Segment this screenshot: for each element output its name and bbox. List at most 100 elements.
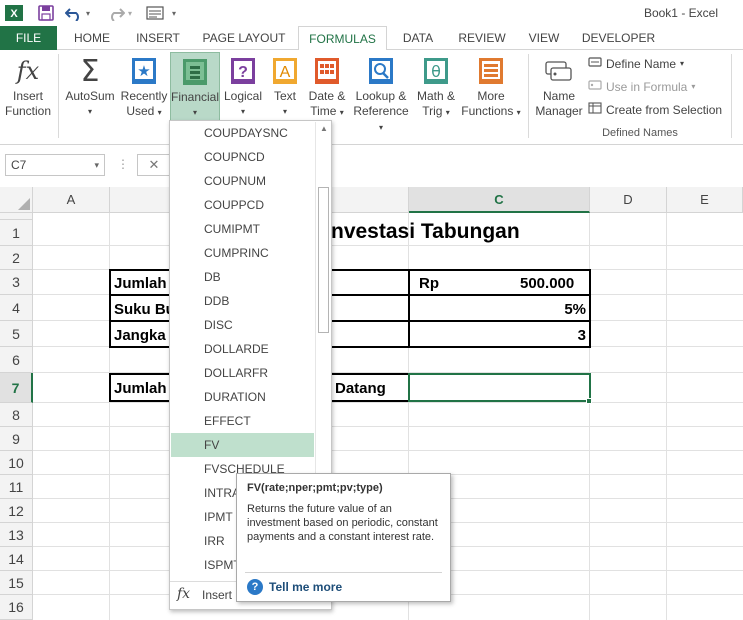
row-header-15[interactable]: 15	[0, 571, 33, 595]
row-header-14[interactable]: 14	[0, 547, 33, 571]
recently-used-button[interactable]: ★ Recently Used ▾	[118, 52, 170, 126]
column-header-a[interactable]: A	[33, 187, 110, 213]
tab-data[interactable]: DATA	[392, 26, 444, 50]
cell-b4-text: Suku Bu	[114, 301, 175, 318]
formula-bar-grip-icon: ⋮	[117, 157, 129, 171]
fill-handle[interactable]	[586, 398, 592, 404]
tab-view[interactable]: VIEW	[520, 26, 568, 50]
cell-c4-value: 5%	[564, 301, 586, 318]
autosum-label: AutoSum	[65, 89, 115, 103]
gridline	[33, 426, 743, 427]
calendar-book-icon	[312, 56, 342, 86]
menu-item-ddb[interactable]: DDB	[171, 289, 314, 313]
logical-button[interactable]: ? Logical ▾	[222, 52, 264, 126]
name-box-dropdown-icon[interactable]: ▾	[94, 155, 99, 175]
lookup-reference-button[interactable]: Lookup & Reference ▾	[350, 52, 412, 132]
cell-c3-currency: Rp	[419, 275, 439, 292]
cell-c3-value: 500.000	[520, 275, 575, 292]
row-header-3[interactable]: 3	[0, 270, 33, 295]
tab-developer[interactable]: DEVELOPER	[576, 26, 661, 50]
autosum-button[interactable]: Σ AutoSum ▾	[62, 52, 118, 126]
tooltip-title: FV(rate;nper;pmt;pv;type)	[247, 482, 383, 494]
sheet-title: nvestasi Tabungan	[331, 220, 520, 243]
menu-insert-function-label: Insert	[202, 588, 233, 602]
row-header-13[interactable]: 13	[0, 523, 33, 547]
menu-item-coupdaysnc[interactable]: COUPDAYSNC	[171, 121, 314, 145]
create-from-selection-icon	[588, 100, 602, 120]
scroll-up-icon[interactable]: ▲	[320, 124, 328, 133]
tell-me-more-link[interactable]: ? Tell me more	[247, 579, 342, 595]
cancel-entry-button[interactable]: ✕	[137, 154, 170, 176]
menu-item-coupnum[interactable]: COUPNUM	[171, 169, 314, 193]
tab-insert[interactable]: INSERT	[127, 26, 189, 50]
lookup-label-1: Lookup &	[355, 89, 407, 103]
menu-item-fv[interactable]: FV	[171, 433, 314, 457]
menu-item-couppcd[interactable]: COUPPCD	[171, 193, 314, 217]
define-name-button[interactable]: Define Name ▾	[588, 54, 684, 74]
insert-function-label-2: Function	[4, 104, 52, 118]
menu-item-cumipmt[interactable]: CUMIPMT	[171, 217, 314, 241]
more-functions-button[interactable]: More Functions ▾	[460, 52, 522, 126]
date-time-button[interactable]: Date & Time ▾	[304, 52, 350, 126]
column-header-c[interactable]: C	[409, 187, 590, 213]
gridline	[33, 450, 743, 451]
math-label-1: Math &	[416, 89, 455, 103]
row-header-9[interactable]: 9	[0, 427, 33, 451]
text-button[interactable]: A Text ▾	[266, 52, 304, 126]
text-label: Text	[273, 89, 296, 103]
insert-function-label-1: Insert	[12, 89, 43, 103]
row-header-2[interactable]: 2	[0, 246, 33, 270]
logical-dropdown-icon: ▾	[240, 107, 245, 116]
row-header-4[interactable]: 4	[0, 295, 33, 321]
date-time-label-1: Date &	[308, 89, 346, 103]
menu-item-duration[interactable]: DURATION	[171, 385, 314, 409]
column-header-e[interactable]: E	[667, 187, 743, 213]
row-header-6[interactable]: 6	[0, 347, 33, 373]
tab-formulas[interactable]: FORMULAS	[298, 26, 387, 51]
tooltip-divider	[245, 572, 442, 573]
menu-item-dollarde[interactable]: DOLLARDE	[171, 337, 314, 361]
tab-home[interactable]: HOME	[63, 26, 121, 50]
ribbon-tabs: FILE HOME INSERT PAGE LAYOUT FORMULAS DA…	[0, 26, 743, 51]
menu-item-effect[interactable]: EFFECT	[171, 409, 314, 433]
cell-c5[interactable]	[408, 320, 591, 348]
menu-item-db[interactable]: DB	[171, 265, 314, 289]
menu-item-cumprinc[interactable]: CUMPRINC	[171, 241, 314, 265]
use-in-formula-button[interactable]: Use in Formula ▾	[588, 77, 695, 97]
column-header-d[interactable]: D	[590, 187, 667, 213]
cell-b3-text: Jumlah	[114, 275, 167, 292]
row-header-16[interactable]: 16	[0, 595, 33, 620]
menu-scrollbar-thumb[interactable]	[318, 187, 329, 333]
name-manager-button[interactable]: Name Manager	[532, 52, 586, 126]
menu-item-disc[interactable]: DISC	[171, 313, 314, 337]
menu-item-coupncd[interactable]: COUPNCD	[171, 145, 314, 169]
gridline	[666, 213, 667, 620]
row-header-7[interactable]: 7	[0, 373, 33, 403]
select-all-corner[interactable]	[0, 187, 33, 213]
define-name-icon	[588, 54, 602, 74]
insert-function-button[interactable]: fx Insert Function	[2, 52, 54, 126]
math-trig-button[interactable]: θ Math & Trig ▾	[412, 52, 460, 126]
row-header-1[interactable]: 1	[0, 220, 33, 246]
tab-review[interactable]: REVIEW	[451, 26, 513, 50]
svg-text:?: ?	[238, 64, 248, 81]
cell-b5-text: Jangka	[114, 327, 166, 344]
title-bar: X ▾ ▾ ▾ Book1 - Excel	[0, 0, 743, 26]
cell-b7-text-tail: Datang	[335, 380, 386, 397]
row-header-8[interactable]: 8	[0, 403, 33, 427]
create-from-selection-button[interactable]: Create from Selection	[588, 100, 722, 120]
name-box[interactable]: C7 ▾	[5, 154, 105, 176]
tab-page-layout[interactable]: PAGE LAYOUT	[195, 26, 293, 50]
row-header-12[interactable]: 12	[0, 499, 33, 523]
cell-c5-value: 3	[577, 327, 586, 344]
financial-button[interactable]: Financial ▾	[170, 52, 220, 126]
row-header-5[interactable]: 5	[0, 321, 33, 347]
row-header-11[interactable]: 11	[0, 475, 33, 499]
recently-used-label-1: Recently	[120, 89, 168, 103]
recently-used-label-2: Used ▾	[126, 104, 162, 118]
tab-file[interactable]: FILE	[0, 26, 57, 50]
financial-book-icon	[180, 57, 210, 87]
cell-c7-selected[interactable]	[408, 373, 591, 402]
row-header-10[interactable]: 10	[0, 451, 33, 475]
menu-item-dollarfr[interactable]: DOLLARFR	[171, 361, 314, 385]
